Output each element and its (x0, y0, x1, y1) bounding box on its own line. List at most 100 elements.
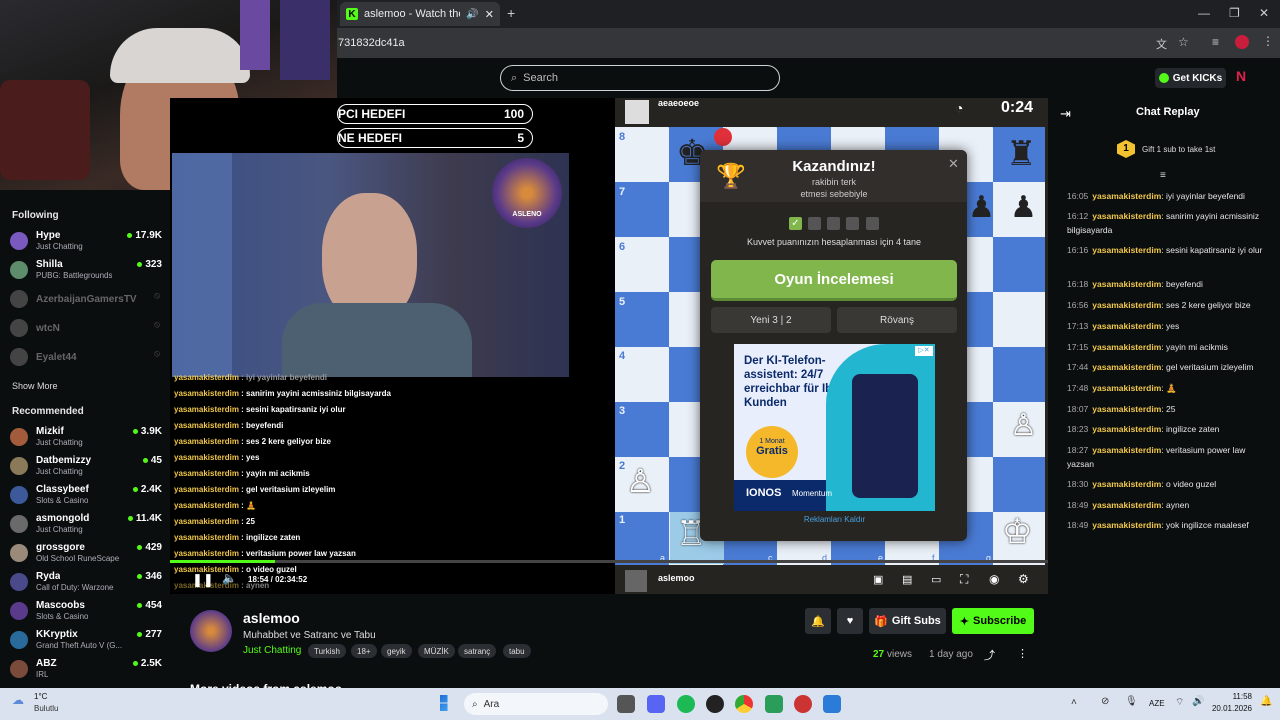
file-explorer-icon[interactable] (617, 695, 635, 713)
tag[interactable]: tabu (503, 644, 531, 658)
sidebar-item-grossgore[interactable]: grossgore Old School RuneScape 429 (10, 540, 162, 568)
show-more-link[interactable]: Show More (12, 381, 58, 391)
maximize-icon[interactable]: ❐ (1229, 6, 1240, 20)
game-review-button[interactable]: Oyun İncelemesi (711, 260, 957, 301)
bookmark-star-icon[interactable]: ☆ (1178, 35, 1189, 49)
rematch-button[interactable]: Rövanş (837, 307, 957, 333)
clip-icon[interactable]: ▤ (902, 573, 912, 586)
tag[interactable]: geyik (381, 644, 412, 658)
more-options-icon[interactable]: ⋮ (1017, 647, 1028, 660)
language-indicator[interactable]: AZE (1149, 699, 1165, 708)
minimize-icon[interactable]: — (1198, 6, 1210, 20)
fullscreen-icon[interactable]: ⛶ (960, 572, 968, 587)
gift-leaderboard-text[interactable]: Gift 1 sub to take 1st (1142, 145, 1215, 154)
progress-bar[interactable] (170, 560, 1048, 563)
notification-bell-icon[interactable]: 🔔 (805, 608, 831, 634)
black-pawn-piece[interactable]: ♟ (968, 190, 995, 225)
spotify-icon[interactable] (677, 695, 695, 713)
sidebar-item-ryda[interactable]: Ryda Call of Duty: Warzone 346 (10, 569, 162, 597)
subscribe-label: Subscribe (973, 615, 1027, 627)
clock-date[interactable]: 20.01.2026 (1202, 704, 1252, 713)
browser-tab[interactable]: K aslemoo - Watch the VOD 🔊 ✕ (340, 2, 500, 26)
settings-gear-icon[interactable]: ⚙ (1018, 572, 1029, 586)
rank-label: 8 (619, 131, 626, 143)
tab-list-icon[interactable]: ≡ (1212, 35, 1219, 49)
sidebar-item-classybeef[interactable]: Classybeef Slots & Casino 2.4K (10, 482, 162, 510)
stream-category[interactable]: Just Chatting (243, 645, 301, 656)
channel-name: wtcN (36, 323, 60, 334)
profile-avatar[interactable] (1235, 35, 1249, 49)
channel-category: Slots & Casino (36, 612, 89, 621)
volume-icon[interactable]: 🔈 (222, 571, 237, 585)
tag[interactable]: MÜZİK (418, 644, 455, 658)
new-tab-button[interactable]: + (507, 5, 515, 21)
close-tab-icon[interactable]: ✕ (485, 8, 494, 21)
overlay-chat-line: yasamakisterdim : aynen (174, 581, 270, 590)
top-player-bar: aeaeoeoe ◔ 0:24 (615, 98, 1045, 127)
pause-icon[interactable]: ❚❚ (192, 572, 214, 588)
ad-info-icon[interactable]: ▷✕ (915, 346, 933, 356)
channel-category: IRL (36, 670, 49, 679)
weather-icon[interactable]: ☁ (12, 693, 24, 707)
theater-mode-icon[interactable]: ▣ (873, 573, 883, 586)
sidebar-item-kkryptix[interactable]: KKryptix Grand Theft Auto V (G... 277 (10, 627, 162, 655)
clock-time[interactable]: 11:58 (1212, 692, 1252, 701)
sidebar-item-asmongold[interactable]: asmongold Just Chatting 11.4K (10, 511, 162, 539)
channel-name[interactable]: aslemoo (243, 610, 300, 626)
black-rook-piece[interactable]: ♜ (1006, 134, 1036, 174)
tag[interactable]: satranç (458, 644, 497, 658)
sidebar-item-datbemizzy[interactable]: Datbemizzy Just Chatting 45 (10, 453, 162, 481)
notification-icon[interactable]: 🔔 (1260, 696, 1272, 707)
channel-name: KKryptix (36, 629, 78, 640)
speed-icon[interactable]: ◉ (989, 572, 999, 586)
sidebar-item-mizkif[interactable]: Mizkif Just Chatting 3.9K (10, 424, 162, 452)
new-game-button[interactable]: Yeni 3 | 2 (711, 307, 831, 333)
wifi-icon[interactable]: ⌔ (1175, 696, 1184, 709)
speaker-icon[interactable]: 🔊 (466, 9, 478, 20)
weather-desc: Bulutlu (34, 704, 59, 713)
tag[interactable]: 18+ (351, 644, 377, 658)
url-text[interactable]: 731832dc41a (338, 37, 405, 49)
sidebar-item-shilla[interactable]: Shilla PUBG: Battlegrounds 323 (10, 257, 162, 285)
sidebar-item-mascoobs[interactable]: Mascoobs Slots & Casino 454 (10, 598, 162, 626)
share-icon[interactable]: ⤴ (984, 647, 995, 663)
tag[interactable]: Turkish (308, 644, 346, 658)
gift-subs-button[interactable]: 🎁 Gift Subs (869, 608, 946, 634)
white-pawn-piece[interactable]: ♙ (1010, 408, 1037, 443)
follow-heart-icon[interactable]: ♥ (837, 608, 863, 634)
menu-dots-icon[interactable]: ⋮ (1262, 34, 1274, 48)
chrome-icon[interactable] (735, 695, 753, 713)
translate-icon[interactable]: 文 (1156, 36, 1167, 52)
get-kicks-button[interactable]: Get KICKs (1155, 68, 1226, 88)
taskbar-search[interactable]: ⌕ Ara (464, 693, 608, 715)
stream-title: Muhabbet ve Satranc ve Tabu (243, 630, 376, 641)
user-menu-icon[interactable]: N (1236, 68, 1246, 84)
white-pawn-piece[interactable]: ♙ (626, 462, 655, 500)
close-window-icon[interactable]: ✕ (1259, 6, 1269, 20)
sidebar-item-azerbaijangamerstv[interactable]: AzerbaijanGamersTV ⦸ (10, 286, 162, 314)
chevron-up-icon[interactable]: ˄ (1071, 697, 1077, 708)
white-king-piece[interactable]: ♔ (1002, 512, 1032, 552)
sidebar-item-hype[interactable]: Hype Just Chatting 17.9K (10, 228, 162, 256)
discord-icon[interactable] (647, 695, 665, 713)
channel-avatar[interactable] (190, 610, 232, 652)
search-input[interactable]: ⌕ Search (500, 65, 780, 91)
mini-player-icon[interactable]: ▭ (931, 573, 941, 586)
microphone-icon[interactable]: 🎙 (1125, 696, 1138, 707)
subscribe-button[interactable]: ✦ Subscribe (952, 608, 1034, 634)
app-icon[interactable] (765, 695, 783, 713)
network-icon[interactable]: ⊘ (1101, 696, 1109, 707)
steam-icon[interactable] (706, 695, 724, 713)
app-icon[interactable] (823, 695, 841, 713)
sidebar-item-wtcn[interactable]: wtcN ⦸ (10, 315, 162, 343)
channel-category: Just Chatting (36, 242, 83, 251)
channel-name: grossgore (36, 542, 85, 553)
sidebar-item-eyalet44[interactable]: Eyalet44 ⦸ (10, 344, 162, 372)
advertisement[interactable]: Der KI-Telefon-assistent: 24/7 erreichba… (734, 344, 935, 511)
close-modal-icon[interactable]: ✕ (948, 156, 959, 172)
collapse-chat-icon[interactable]: ⇥ (1060, 106, 1071, 122)
sidebar-item-abz[interactable]: ABZ IRL 2.5K (10, 656, 162, 684)
black-pawn-piece[interactable]: ♟ (1010, 190, 1037, 225)
remove-ads-link[interactable]: Reklamları Kaldır (734, 515, 935, 524)
app-icon[interactable] (794, 695, 812, 713)
